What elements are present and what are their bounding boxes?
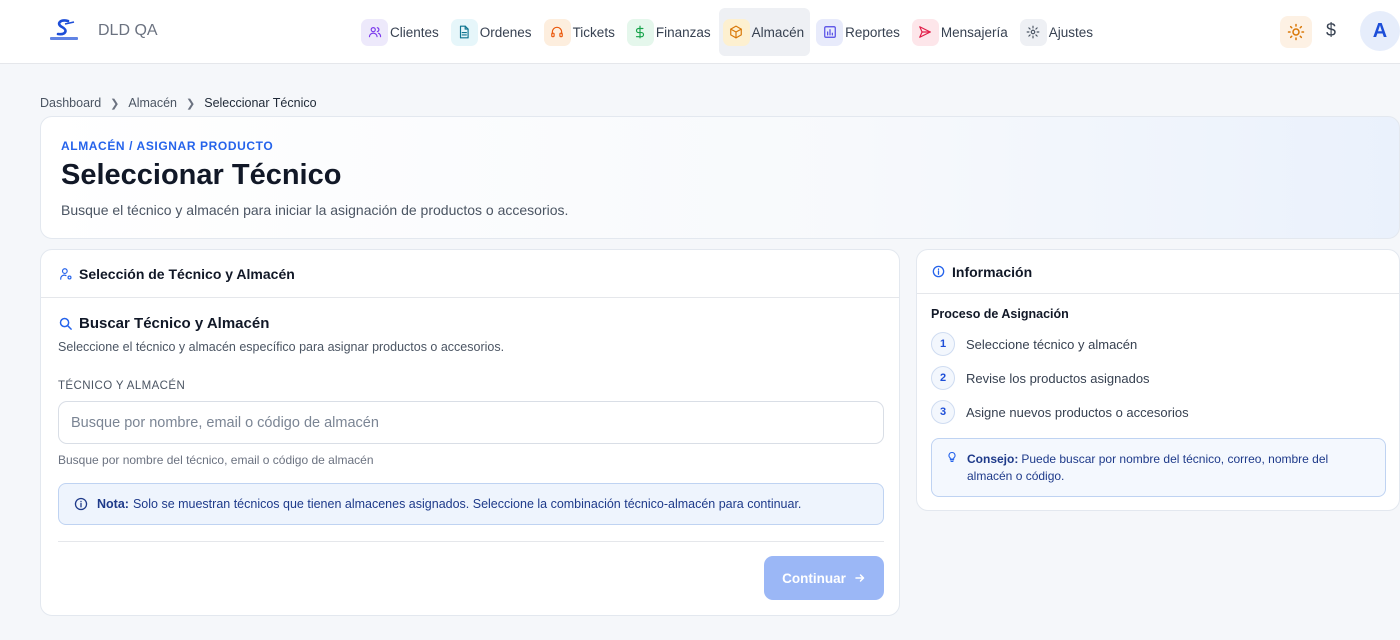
search-icon	[59, 317, 72, 330]
users-icon	[361, 18, 388, 46]
process-title: Proceso de Asignación	[931, 307, 1069, 321]
step-number: 2	[931, 366, 955, 390]
continue-button-label: Continuar	[782, 570, 846, 586]
process-step: 1 Seleccione técnico y almacén	[931, 332, 1137, 356]
user-cog-icon	[60, 267, 72, 280]
technician-field-help: Busque por nombre del técnico, email o c…	[58, 453, 374, 467]
nav-item-ajustes[interactable]: Ajustes	[1016, 8, 1099, 56]
selection-card-header: Selección de Técnico y Almacén	[41, 250, 899, 298]
search-section-title: Buscar Técnico y Almacén	[58, 315, 269, 332]
nav-item-clientes[interactable]: Clientes	[357, 8, 445, 56]
tip-label: Consejo:	[967, 452, 1019, 466]
breadcrumb-dashboard[interactable]: Dashboard	[40, 96, 101, 110]
nav-item-tickets[interactable]: Tickets	[540, 8, 621, 56]
nav-item-label: Reportes	[845, 24, 900, 40]
nav-item-almacen[interactable]: Almacén	[718, 8, 811, 56]
nav-item-label: Mensajería	[940, 24, 1008, 40]
top-navbar: DLD QA Clientes Ordenes Tickets Finanzas Alm…	[0, 0, 1400, 64]
theme-toggle-button[interactable]	[1280, 16, 1312, 48]
note-label: Nota:	[97, 497, 129, 511]
currency-button[interactable]: $	[1326, 20, 1336, 41]
search-section-description: Seleccione el técnico y almacén específi…	[58, 340, 505, 354]
gear-icon	[1019, 18, 1047, 46]
selection-card-title: Selección de Técnico y Almacén	[79, 265, 295, 282]
search-section-title-text: Buscar Técnico y Almacén	[79, 315, 270, 332]
nav-item-ordenes[interactable]: Ordenes	[447, 8, 538, 56]
info-note: Nota: Solo se muestran técnicos que tien…	[58, 483, 884, 525]
dollar-icon	[626, 18, 654, 46]
tip-box: Consejo: Puede buscar por nombre del técn…	[931, 438, 1386, 497]
send-icon	[911, 18, 939, 46]
step-text: Seleccione técnico y almacén	[966, 336, 1138, 352]
selection-card: Selección de Técnico y Almacén Buscar Té…	[40, 249, 900, 616]
process-step: 3 Asigne nuevos productos o accesorios	[931, 400, 1189, 424]
breadcrumb-almacen[interactable]: Almacén	[128, 96, 177, 110]
technician-search-input[interactable]	[58, 401, 884, 444]
chevron-right-icon: ❯	[186, 97, 196, 110]
tip-text: Consejo: Puede buscar por nombre del técn…	[967, 451, 1367, 485]
nav-item-finanzas[interactable]: Finanzas	[623, 8, 717, 56]
chevron-right-icon: ❯	[110, 97, 120, 110]
tip-body: Puede buscar por nombre del técnico, cor…	[967, 452, 1329, 483]
technician-field-label: TÉCNICO Y ALMACÉN	[58, 380, 186, 392]
step-number: 1	[931, 332, 955, 356]
note-text: Solo se muestran técnicos que tienen alm…	[132, 497, 802, 511]
app-title: DLD QA	[98, 22, 158, 39]
divider	[58, 541, 884, 542]
chart-icon	[816, 18, 844, 46]
page-header-card: ALMACÉN / ASIGNAR PRODUCTO Seleccionar T…	[40, 116, 1400, 239]
nav-item-label: Tickets	[572, 24, 615, 40]
information-card-header: Información	[917, 250, 1399, 294]
page-title: Seleccionar Técnico	[61, 159, 342, 191]
nav-item-label: Clientes	[390, 24, 439, 40]
breadcrumb-current: Seleccionar Técnico	[204, 96, 317, 110]
info-icon	[74, 497, 88, 511]
document-icon	[450, 18, 478, 46]
main-navigation: Clientes Ordenes Tickets Finanzas Almacén Rep…	[357, 8, 1101, 56]
information-card-title: Información	[952, 263, 1033, 280]
nav-item-label: Ajustes	[1048, 24, 1093, 40]
info-icon	[932, 265, 945, 278]
page-kicker: ALMACÉN / ASIGNAR PRODUCTO	[61, 139, 274, 153]
nav-item-reportes[interactable]: Reportes	[812, 8, 906, 56]
sun-icon	[1287, 23, 1305, 41]
arrow-right-icon	[855, 574, 865, 582]
nav-item-label: Ordenes	[479, 24, 532, 40]
box-icon	[722, 18, 750, 46]
step-number: 3	[931, 400, 955, 424]
nav-item-label: Almacén	[751, 24, 805, 40]
step-text: Asigne nuevos productos o accesorios	[966, 404, 1189, 420]
continue-button[interactable]: Continuar	[764, 556, 884, 600]
page-subtitle: Busque el técnico y almacén para iniciar…	[61, 202, 569, 218]
breadcrumb: Dashboard ❯ Almacén ❯ Seleccionar Técnic…	[40, 96, 317, 110]
nav-item-mensajeria[interactable]: Mensajería	[908, 8, 1014, 56]
information-card: Información Proceso de Asignación 1 Sele…	[916, 249, 1400, 511]
lightbulb-icon	[948, 451, 956, 463]
process-step: 2 Revise los productos asignados	[931, 366, 1150, 390]
nav-item-label: Finanzas	[655, 24, 711, 40]
step-text: Revise los productos asignados	[966, 370, 1150, 386]
user-avatar[interactable]: A	[1360, 11, 1400, 51]
headset-icon	[543, 18, 571, 46]
company-logo[interactable]	[48, 18, 80, 44]
